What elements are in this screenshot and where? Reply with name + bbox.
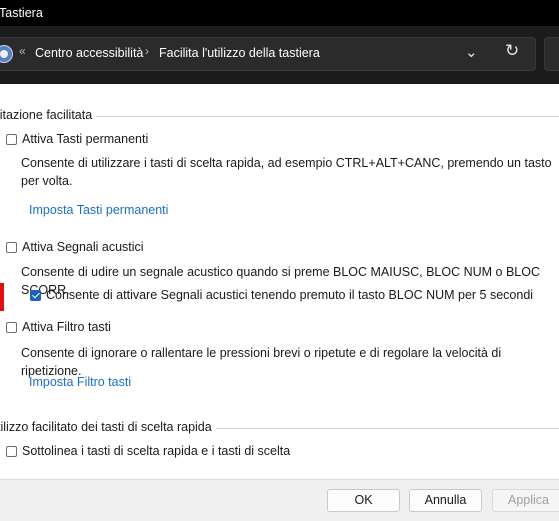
group-divider: [205, 428, 559, 429]
annotation-marker: [0, 283, 4, 311]
cancel-button[interactable]: Annulla: [409, 489, 482, 512]
breadcrumb-keyboard[interactable]: Facilita l'utilizzo della tastiera: [159, 46, 320, 60]
filter-keys-label: Attiva Filtro tasti: [22, 320, 111, 334]
settings-content: Digitazione facilitata Attiva Tasti perm…: [0, 84, 559, 479]
toggle-keys-checkbox[interactable]: [6, 241, 17, 253]
sticky-keys-checkbox[interactable]: [6, 133, 17, 145]
section-title-typing: Digitazione facilitata: [0, 108, 97, 122]
toggle-keys-label: Attiva Segnali acustici: [22, 240, 144, 254]
toggle-keys-numlock-row[interactable]: Consente di attivare Segnali acustici te…: [30, 288, 533, 302]
chevron-right-icon: ›: [145, 44, 149, 58]
section-title-shortcuts: Utilizzo facilitato dei tasti di scelta …: [0, 420, 216, 434]
underline-shortcuts-checkbox-row[interactable]: Sottolinea i tasti di scelta rapida e i …: [6, 444, 290, 458]
sticky-keys-checkbox-row[interactable]: Attiva Tasti permanenti: [6, 132, 148, 146]
toggle-keys-numlock-label: Consente di attivare Segnali acustici te…: [46, 288, 534, 302]
sticky-keys-description: Consente di utilizzare i tasti di scelta…: [21, 156, 552, 188]
address-bar[interactable]: « Centro accessibilità › Facilita l'util…: [0, 37, 536, 71]
refresh-icon[interactable]: ↻: [505, 41, 519, 61]
filter-keys-settings-link[interactable]: Imposta Filtro tasti: [29, 375, 131, 389]
sticky-keys-label: Attiva Tasti permanenti: [22, 132, 149, 146]
control-panel-icon: [0, 45, 13, 63]
title-bar: Tastiera: [0, 0, 559, 26]
dialog-button-bar: OK Annulla Applica: [0, 479, 559, 521]
toggle-keys-checkbox-row[interactable]: Attiva Segnali acustici: [6, 240, 144, 254]
apply-button[interactable]: Applica: [492, 489, 559, 512]
window-title: Tastiera: [0, 6, 43, 20]
toggle-keys-numlock-checkbox[interactable]: [30, 289, 41, 301]
filter-keys-checkbox[interactable]: [6, 321, 17, 333]
sticky-keys-settings-link[interactable]: Imposta Tasti permanenti: [29, 203, 168, 217]
filter-keys-checkbox-row[interactable]: Attiva Filtro tasti: [6, 320, 111, 334]
navigation-bar: « Centro accessibilità › Facilita l'util…: [0, 26, 559, 84]
breadcrumb-accessibility-center[interactable]: Centro accessibilità: [35, 46, 143, 60]
chevron-down-icon[interactable]: ⌄: [465, 43, 478, 61]
underline-shortcuts-checkbox[interactable]: [6, 445, 17, 457]
search-input[interactable]: [544, 37, 559, 71]
ok-button[interactable]: OK: [327, 489, 400, 512]
group-divider: [90, 116, 559, 117]
breadcrumb-overflow[interactable]: «: [19, 44, 26, 58]
underline-shortcuts-label: Sottolinea i tasti di scelta rapida e i …: [22, 444, 291, 458]
